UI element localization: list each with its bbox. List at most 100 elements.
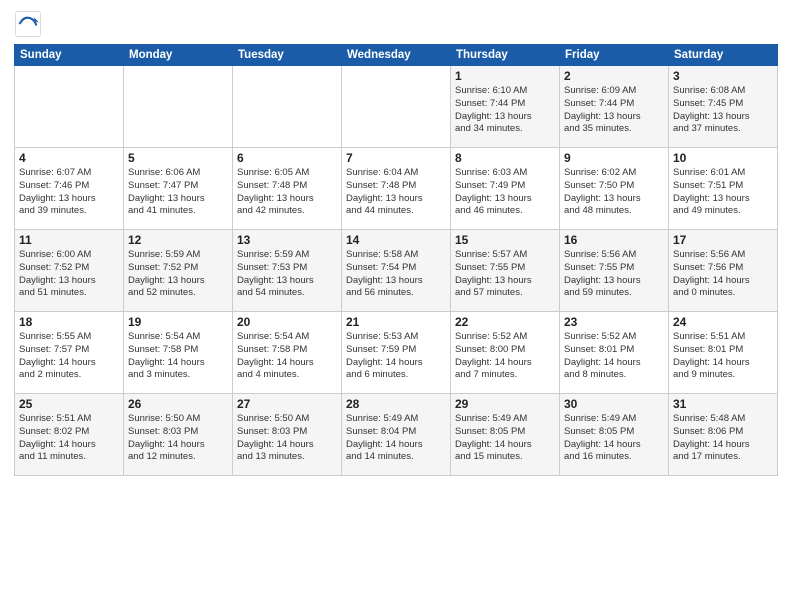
day-number: 23 bbox=[564, 315, 664, 329]
day-number: 18 bbox=[19, 315, 119, 329]
day-info: Sunrise: 6:08 AMSunset: 7:45 PMDaylight:… bbox=[673, 85, 773, 136]
calendar-cell: 7 Sunrise: 6:04 AMSunset: 7:48 PMDaylight… bbox=[342, 148, 451, 230]
calendar-cell: 29 Sunrise: 5:49 AMSunset: 8:05 PMDayligh… bbox=[451, 394, 560, 476]
day-number: 17 bbox=[673, 233, 773, 247]
day-number: 21 bbox=[346, 315, 446, 329]
calendar-cell: 10Sunrise: 6:01 AMSunset: 7:51 PMDayligh… bbox=[669, 148, 778, 230]
calendar-week-2: 4 Sunrise: 6:07 AMSunset: 7:46 PMDaylight… bbox=[15, 148, 778, 230]
calendar-cell: 9 Sunrise: 6:02 AMSunset: 7:50 PMDaylight… bbox=[560, 148, 669, 230]
calendar-cell bbox=[15, 66, 124, 148]
calendar-cell: 26 Sunrise: 5:50 AMSunset: 8:03 PMDayligh… bbox=[124, 394, 233, 476]
day-info: Sunrise: 5:54 AMSunset: 7:58 PMDaylight:… bbox=[128, 331, 228, 382]
calendar-cell: 5 Sunrise: 6:06 AMSunset: 7:47 PMDaylight… bbox=[124, 148, 233, 230]
calendar-cell: 16 Sunrise: 5:56 AMSunset: 7:55 PMDayligh… bbox=[560, 230, 669, 312]
day-number: 7 bbox=[346, 151, 446, 165]
calendar-header-friday: Friday bbox=[560, 45, 669, 66]
day-info: Sunrise: 5:52 AMSunset: 8:00 PMDaylight:… bbox=[455, 331, 555, 382]
day-info: Sunrise: 6:09 AMSunset: 7:44 PMDaylight:… bbox=[564, 85, 664, 136]
calendar-cell: 4 Sunrise: 6:07 AMSunset: 7:46 PMDaylight… bbox=[15, 148, 124, 230]
day-info: Sunrise: 6:06 AMSunset: 7:47 PMDaylight:… bbox=[128, 167, 228, 218]
day-number: 12 bbox=[128, 233, 228, 247]
day-number: 6 bbox=[237, 151, 337, 165]
day-number: 15 bbox=[455, 233, 555, 247]
calendar-cell: 28Sunrise: 5:49 AMSunset: 8:04 PMDayligh… bbox=[342, 394, 451, 476]
calendar-cell: 8 Sunrise: 6:03 AMSunset: 7:49 PMDaylight… bbox=[451, 148, 560, 230]
day-number: 20 bbox=[237, 315, 337, 329]
day-info: Sunrise: 6:01 AMSunset: 7:51 PMDaylight:… bbox=[673, 167, 773, 218]
day-info: Sunrise: 6:07 AMSunset: 7:46 PMDaylight:… bbox=[19, 167, 119, 218]
calendar-cell: 20 Sunrise: 5:54 AMSunset: 7:58 PMDayligh… bbox=[233, 312, 342, 394]
day-number: 19 bbox=[128, 315, 228, 329]
day-info: Sunrise: 6:02 AMSunset: 7:50 PMDaylight:… bbox=[564, 167, 664, 218]
day-number: 29 bbox=[455, 397, 555, 411]
day-info: Sunrise: 5:51 AMSunset: 8:01 PMDaylight:… bbox=[673, 331, 773, 382]
day-info: Sunrise: 5:56 AMSunset: 7:55 PMDaylight:… bbox=[564, 249, 664, 300]
calendar-cell: 30 Sunrise: 5:49 AMSunset: 8:05 PMDayligh… bbox=[560, 394, 669, 476]
calendar-week-4: 18 Sunrise: 5:55 AMSunset: 7:57 PMDayligh… bbox=[15, 312, 778, 394]
calendar-cell: 6 Sunrise: 6:05 AMSunset: 7:48 PMDaylight… bbox=[233, 148, 342, 230]
day-info: Sunrise: 5:50 AMSunset: 8:03 PMDaylight:… bbox=[237, 413, 337, 464]
calendar-cell: 17 Sunrise: 5:56 AMSunset: 7:56 PMDayligh… bbox=[669, 230, 778, 312]
day-info: Sunrise: 5:55 AMSunset: 7:57 PMDaylight:… bbox=[19, 331, 119, 382]
header bbox=[14, 10, 778, 38]
day-number: 9 bbox=[564, 151, 664, 165]
calendar-week-3: 11 Sunrise: 6:00 AMSunset: 7:52 PMDayligh… bbox=[15, 230, 778, 312]
calendar-cell bbox=[233, 66, 342, 148]
day-number: 14 bbox=[346, 233, 446, 247]
day-number: 11 bbox=[19, 233, 119, 247]
day-number: 13 bbox=[237, 233, 337, 247]
day-number: 22 bbox=[455, 315, 555, 329]
day-info: Sunrise: 5:53 AMSunset: 7:59 PMDaylight:… bbox=[346, 331, 446, 382]
calendar-cell: 22 Sunrise: 5:52 AMSunset: 8:00 PMDayligh… bbox=[451, 312, 560, 394]
day-info: Sunrise: 5:48 AMSunset: 8:06 PMDaylight:… bbox=[673, 413, 773, 464]
day-info: Sunrise: 5:51 AMSunset: 8:02 PMDaylight:… bbox=[19, 413, 119, 464]
calendar-cell: 11 Sunrise: 6:00 AMSunset: 7:52 PMDayligh… bbox=[15, 230, 124, 312]
day-info: Sunrise: 6:05 AMSunset: 7:48 PMDaylight:… bbox=[237, 167, 337, 218]
logo-icon bbox=[14, 10, 42, 38]
day-number: 28 bbox=[346, 397, 446, 411]
day-info: Sunrise: 6:00 AMSunset: 7:52 PMDaylight:… bbox=[19, 249, 119, 300]
day-info: Sunrise: 6:03 AMSunset: 7:49 PMDaylight:… bbox=[455, 167, 555, 218]
day-number: 26 bbox=[128, 397, 228, 411]
day-info: Sunrise: 5:57 AMSunset: 7:55 PMDaylight:… bbox=[455, 249, 555, 300]
calendar-cell bbox=[124, 66, 233, 148]
day-number: 27 bbox=[237, 397, 337, 411]
calendar-cell: 24 Sunrise: 5:51 AMSunset: 8:01 PMDayligh… bbox=[669, 312, 778, 394]
calendar-table: SundayMondayTuesdayWednesdayThursdayFrid… bbox=[14, 44, 778, 476]
day-info: Sunrise: 5:49 AMSunset: 8:05 PMDaylight:… bbox=[564, 413, 664, 464]
calendar-cell: 14Sunrise: 5:58 AMSunset: 7:54 PMDayligh… bbox=[342, 230, 451, 312]
day-number: 5 bbox=[128, 151, 228, 165]
day-info: Sunrise: 5:56 AMSunset: 7:56 PMDaylight:… bbox=[673, 249, 773, 300]
day-number: 8 bbox=[455, 151, 555, 165]
calendar-cell: 1Sunrise: 6:10 AMSunset: 7:44 PMDaylight… bbox=[451, 66, 560, 148]
calendar-cell: 13Sunrise: 5:59 AMSunset: 7:53 PMDayligh… bbox=[233, 230, 342, 312]
calendar-cell bbox=[342, 66, 451, 148]
calendar-cell: 18 Sunrise: 5:55 AMSunset: 7:57 PMDayligh… bbox=[15, 312, 124, 394]
calendar-cell: 12Sunrise: 5:59 AMSunset: 7:52 PMDayligh… bbox=[124, 230, 233, 312]
day-number: 1 bbox=[455, 69, 555, 83]
day-info: Sunrise: 6:04 AMSunset: 7:48 PMDaylight:… bbox=[346, 167, 446, 218]
page: SundayMondayTuesdayWednesdayThursdayFrid… bbox=[0, 0, 792, 612]
day-number: 4 bbox=[19, 151, 119, 165]
logo bbox=[14, 10, 45, 38]
calendar-header-thursday: Thursday bbox=[451, 45, 560, 66]
calendar-cell: 2Sunrise: 6:09 AMSunset: 7:44 PMDaylight… bbox=[560, 66, 669, 148]
calendar-week-5: 25 Sunrise: 5:51 AMSunset: 8:02 PMDayligh… bbox=[15, 394, 778, 476]
calendar-header-row: SundayMondayTuesdayWednesdayThursdayFrid… bbox=[15, 45, 778, 66]
calendar-header-saturday: Saturday bbox=[669, 45, 778, 66]
calendar-cell: 21 Sunrise: 5:53 AMSunset: 7:59 PMDayligh… bbox=[342, 312, 451, 394]
day-info: Sunrise: 5:49 AMSunset: 8:05 PMDaylight:… bbox=[455, 413, 555, 464]
day-info: Sunrise: 5:52 AMSunset: 8:01 PMDaylight:… bbox=[564, 331, 664, 382]
day-info: Sunrise: 5:54 AMSunset: 7:58 PMDaylight:… bbox=[237, 331, 337, 382]
calendar-week-1: 1Sunrise: 6:10 AMSunset: 7:44 PMDaylight… bbox=[15, 66, 778, 148]
day-number: 24 bbox=[673, 315, 773, 329]
calendar-cell: 25 Sunrise: 5:51 AMSunset: 8:02 PMDayligh… bbox=[15, 394, 124, 476]
day-number: 30 bbox=[564, 397, 664, 411]
calendar-header-sunday: Sunday bbox=[15, 45, 124, 66]
day-number: 25 bbox=[19, 397, 119, 411]
calendar-cell: 3Sunrise: 6:08 AMSunset: 7:45 PMDaylight… bbox=[669, 66, 778, 148]
calendar-cell: 23 Sunrise: 5:52 AMSunset: 8:01 PMDayligh… bbox=[560, 312, 669, 394]
day-info: Sunrise: 5:50 AMSunset: 8:03 PMDaylight:… bbox=[128, 413, 228, 464]
day-number: 16 bbox=[564, 233, 664, 247]
calendar-cell: 31Sunrise: 5:48 AMSunset: 8:06 PMDayligh… bbox=[669, 394, 778, 476]
